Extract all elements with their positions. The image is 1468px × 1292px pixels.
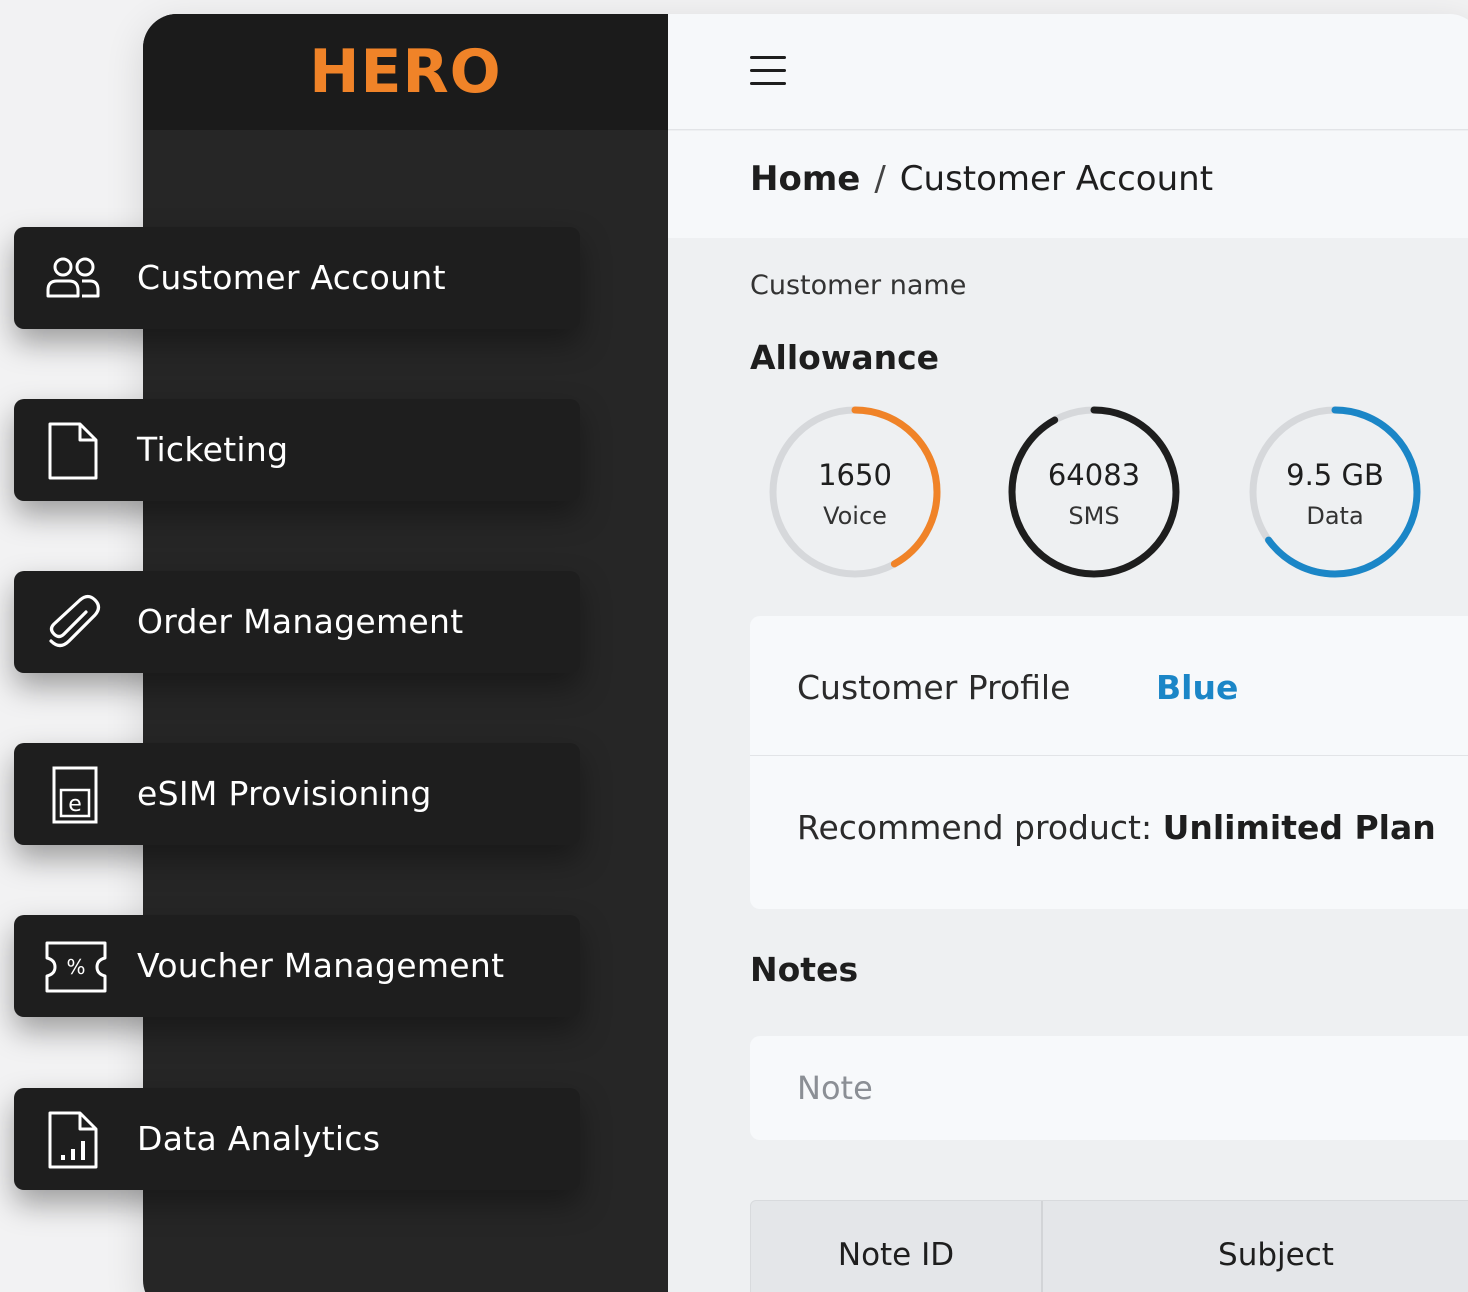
logo: HERO [309, 37, 502, 107]
customer-profile-label: Customer Profile [797, 668, 1071, 707]
customer-profile-card: Customer Profile Blue Recommend product:… [750, 616, 1468, 909]
nav-item-label: Order Management [137, 602, 464, 641]
column-note-id[interactable]: Note ID [751, 1201, 1043, 1292]
nav-item-esim-provisioning[interactable]: e eSIM Provisioning [14, 743, 580, 845]
nav-item-order-management[interactable]: Order Management [14, 571, 580, 673]
gauge-data: 9.5 GB Data [1245, 402, 1425, 582]
hamburger-menu-icon[interactable] [750, 56, 786, 86]
recommend-product-value: Unlimited Plan [1162, 808, 1436, 847]
voucher-icon: % [45, 941, 107, 993]
main-content: Home / Customer Account Customer name Allo… [668, 14, 1468, 1292]
document-icon [48, 422, 98, 480]
gauge-sms-ring [1008, 406, 1180, 578]
gauge-data-ring [1249, 406, 1421, 578]
recommend-product: Recommend product: Unlimited Plan [797, 808, 1436, 847]
top-bar [668, 14, 1468, 130]
nav-item-label: eSIM Provisioning [137, 774, 432, 813]
gauge-voice: 1650 Voice [765, 402, 945, 582]
gauge-sms: 64083 SMS [1004, 402, 1184, 582]
nav-item-voucher-management[interactable]: % Voucher Management [14, 915, 580, 1017]
brand-header: HERO [143, 14, 668, 130]
analytics-icon [48, 1111, 98, 1169]
nav-item-customer-account[interactable]: Customer Account [14, 227, 580, 329]
breadcrumb-bar: Home / Customer Account [668, 131, 1468, 238]
esim-icon: e [52, 766, 98, 824]
svg-text:e: e [68, 792, 82, 817]
customer-profile-value: Blue [1156, 668, 1239, 707]
gauge-voice-label: Voice [823, 502, 887, 530]
breadcrumb-separator: / [874, 159, 886, 199]
customer-name-label: Customer name [750, 270, 967, 301]
nav-item-data-analytics[interactable]: Data Analytics [14, 1088, 580, 1190]
column-subject[interactable]: Subject [1043, 1201, 1468, 1292]
gauge-data-value: 9.5 GB [1286, 458, 1384, 492]
paperclip-icon [49, 594, 101, 648]
nav-item-label: Ticketing [137, 430, 289, 469]
recommend-product-label: Recommend product: [797, 808, 1153, 847]
svg-text:%: % [66, 955, 85, 979]
note-input[interactable] [750, 1036, 1468, 1140]
gauge-voice-ring [769, 406, 941, 578]
customer-profile-row: Customer Profile Blue [750, 616, 1468, 756]
gauge-data-label: Data [1306, 502, 1364, 530]
notes-title: Notes [750, 950, 859, 989]
gauge-sms-label: SMS [1068, 502, 1120, 530]
notes-table-header: Note ID Subject [750, 1200, 1468, 1292]
nav-item-label: Data Analytics [137, 1119, 381, 1158]
allowance-title: Allowance [750, 338, 940, 377]
nav-item-label: Voucher Management [137, 946, 505, 985]
users-icon [46, 257, 100, 298]
breadcrumb-home[interactable]: Home [750, 159, 860, 199]
gauge-sms-value: 64083 [1047, 458, 1141, 492]
gauge-voice-value: 1650 [818, 458, 892, 492]
breadcrumb: Home / Customer Account [750, 159, 1213, 199]
nav-item-ticketing[interactable]: Ticketing [14, 399, 580, 501]
nav-item-label: Customer Account [137, 258, 446, 297]
breadcrumb-current: Customer Account [899, 159, 1214, 199]
